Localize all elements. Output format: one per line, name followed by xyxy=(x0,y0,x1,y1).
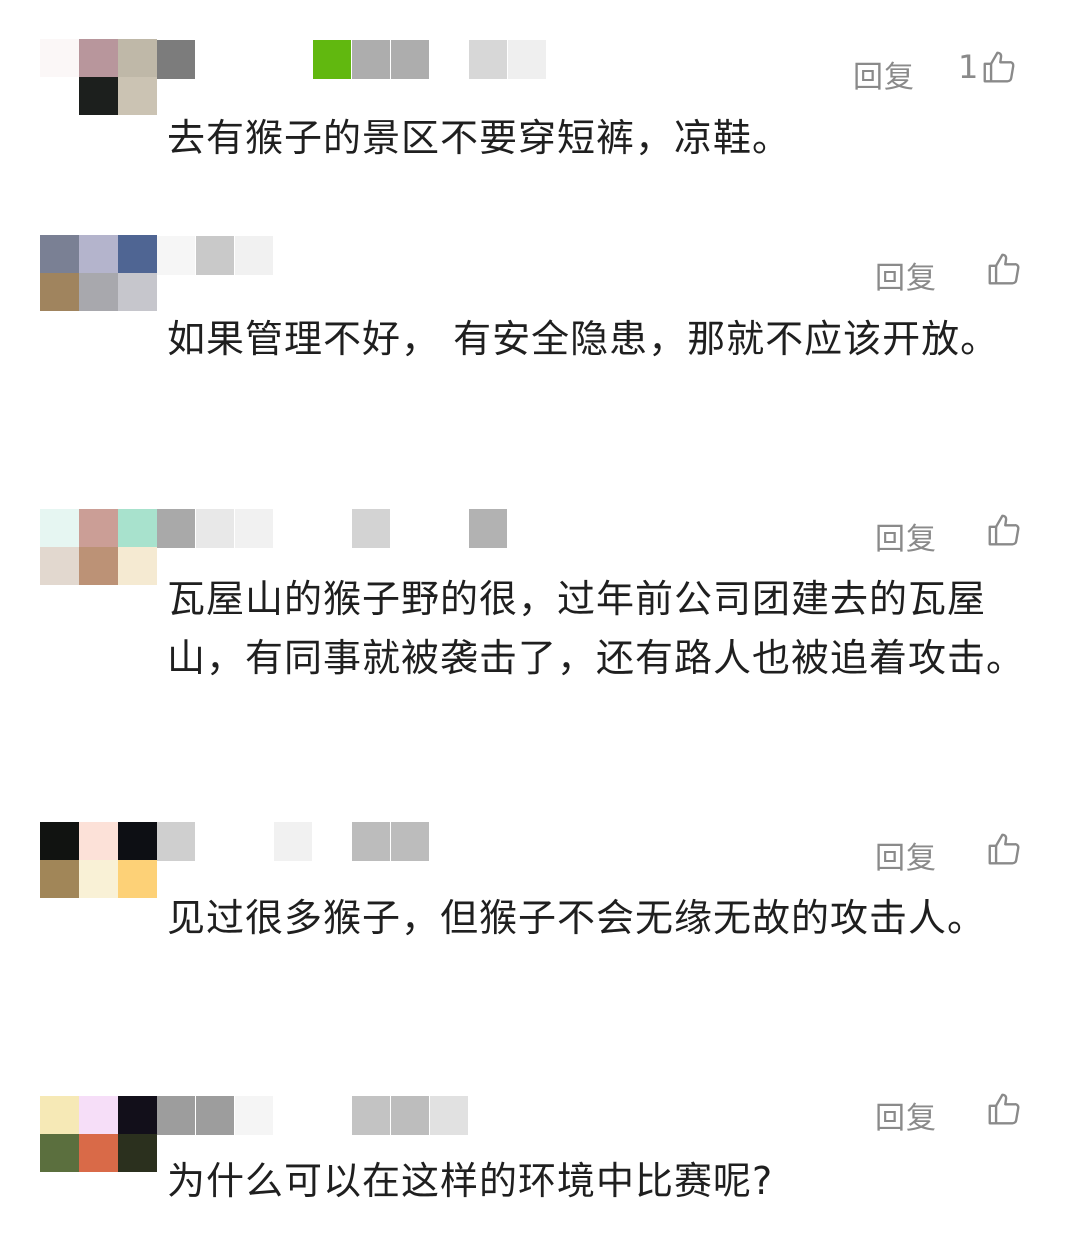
like-button[interactable] xyxy=(983,830,1023,868)
avatar[interactable] xyxy=(40,1096,157,1173)
reply-button[interactable]: 回复 xyxy=(875,1093,937,1137)
reply-button[interactable]: 回复 xyxy=(875,253,937,297)
username-mosaic[interactable] xyxy=(157,236,277,276)
avatar[interactable] xyxy=(40,822,157,899)
comment-text: 瓦屋山的猴子野的很，过年前公司团建去的瓦屋山，有同事就被袭击了，还有路人也被追着… xyxy=(167,577,1026,680)
like-button[interactable]: 1 xyxy=(958,48,1018,86)
comment-text: 去有猴子的景区不要穿短裤，凉鞋。 xyxy=(167,116,792,160)
thumbs-up-icon xyxy=(985,830,1023,868)
thumbs-up-icon xyxy=(985,250,1023,288)
reply-button[interactable]: 回复 xyxy=(875,514,937,558)
comment-text: 如果管理不好， 有安全隐患，那就不应该开放。 xyxy=(167,317,1000,361)
thumbs-up-icon xyxy=(985,1090,1023,1128)
reply-button[interactable]: 回复 xyxy=(853,52,915,96)
username-mosaic[interactable] xyxy=(157,509,509,549)
reply-button[interactable]: 回复 xyxy=(875,833,937,877)
like-button[interactable] xyxy=(983,250,1023,288)
username-mosaic[interactable] xyxy=(157,1096,469,1136)
username-mosaic[interactable] xyxy=(157,822,429,862)
avatar[interactable] xyxy=(40,39,157,116)
like-count: 1 xyxy=(958,48,979,86)
like-button[interactable] xyxy=(983,511,1023,549)
avatar[interactable] xyxy=(40,235,157,312)
thumbs-up-icon xyxy=(980,48,1018,86)
avatar[interactable] xyxy=(40,509,157,586)
thumbs-up-icon xyxy=(985,511,1023,549)
comment-text: 见过很多猴子，但猴子不会无缘无故的攻击人。 xyxy=(167,896,987,940)
comment-text: 为什么可以在这样的环境中比赛呢? xyxy=(167,1159,774,1203)
like-button[interactable] xyxy=(983,1090,1023,1128)
username-mosaic[interactable] xyxy=(157,40,552,80)
